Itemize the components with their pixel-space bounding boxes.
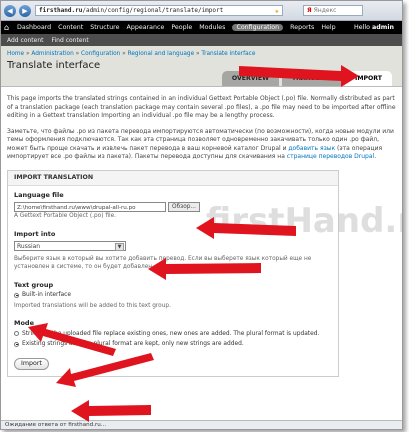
- mode-keep-radio[interactable]: [14, 341, 19, 347]
- text-group-desc: Imported translations will be added to t…: [14, 302, 171, 309]
- language-file-desc: A Gettext Portable Object (.po) file.: [14, 212, 116, 219]
- user-link[interactable]: admin: [372, 24, 394, 31]
- url-path: /admin/config/regional/translate/import: [82, 7, 224, 14]
- arrow-to-import-button: [71, 400, 151, 422]
- language-file-field: Z:\home\firsthand.ru\www\drupal-all-ru.p…: [14, 201, 332, 212]
- chevron-down-icon: ▼: [115, 242, 124, 251]
- tab-overview[interactable]: OVERVIEW: [221, 71, 279, 86]
- browser-bar: ◀ ▶ firsthand.ru /admin/config/regional/…: [1, 1, 402, 21]
- home-icon[interactable]: ⌂: [4, 23, 13, 32]
- text-group-radio[interactable]: [14, 292, 19, 298]
- forward-icon[interactable]: ▶: [19, 4, 31, 17]
- tabs: OVERVIEW TRANSLATE IMPORT: [219, 71, 392, 86]
- mode-option-keep[interactable]: Existing strings and the plural format a…: [14, 340, 332, 349]
- import-into-desc: Выберите язык в который вы хотите добави…: [14, 255, 312, 271]
- greeting-text: Hello: [354, 24, 371, 31]
- toolbar-item-configuration[interactable]: Configuration: [232, 24, 284, 31]
- mode-replace-radio[interactable]: [14, 331, 19, 337]
- shortcut-find-content[interactable]: Find content: [52, 37, 89, 44]
- toolbar-item-modules[interactable]: Modules: [199, 24, 225, 31]
- back-icon[interactable]: ◀: [4, 4, 16, 17]
- shortcut-add-content[interactable]: Add content: [7, 37, 44, 44]
- search-input[interactable]: Я Яндекс: [303, 5, 363, 16]
- mode-label: Mode: [14, 319, 34, 327]
- breadcrumb-translate[interactable]: Translate interface: [201, 51, 255, 57]
- address-bar[interactable]: firsthand.ru /admin/config/regional/tran…: [35, 5, 283, 16]
- main-content: This page imports the translated strings…: [1, 87, 402, 377]
- url-host: firsthand.ru: [39, 7, 83, 14]
- note-paragraph: Заметьте, что файлы .po из пакета перево…: [7, 127, 394, 161]
- user-greeting: Hello admin: [354, 24, 394, 31]
- import-into-label: Import into: [14, 230, 56, 238]
- import-button[interactable]: Import: [14, 357, 49, 370]
- search-placeholder: Яндекс: [313, 7, 337, 14]
- language-file-label: Language file: [14, 191, 64, 199]
- text-group-label: Text group: [14, 280, 54, 289]
- breadcrumb-administration[interactable]: Administration: [31, 51, 73, 57]
- breadcrumb-regional[interactable]: Regional and language: [128, 51, 195, 57]
- tab-translate[interactable]: TRANSLATE: [281, 71, 343, 86]
- yandex-icon: Я: [307, 7, 312, 14]
- text-group-option[interactable]: Built-in interface: [14, 291, 332, 300]
- breadcrumb: Home » Administration » Configuration » …: [7, 51, 256, 57]
- fieldset-legend: IMPORT TRANSLATION: [8, 170, 338, 186]
- add-language-link[interactable]: добавить язык: [288, 145, 335, 152]
- toolbar-item-people[interactable]: People: [171, 24, 192, 31]
- admin-toolbar: ⌂ Dashboard Content Structure Appearance…: [1, 21, 402, 34]
- toolbar-item-dashboard[interactable]: Dashboard: [17, 24, 51, 31]
- drupal-translations-link[interactable]: странице переводов Drupal: [287, 153, 374, 160]
- intro-paragraph: This page imports the translated strings…: [7, 95, 396, 119]
- import-fieldset: IMPORT TRANSLATION Language file Z:\home…: [7, 169, 339, 377]
- page-header: Home » Administration » Configuration » …: [1, 46, 402, 87]
- text-group-option-label: Built-in interface: [22, 292, 71, 298]
- mode-replace-label: Strings in the uploaded file replace exi…: [22, 330, 320, 337]
- browser-window: ◀ ▶ firsthand.ru /admin/config/regional/…: [0, 0, 403, 430]
- mode-option-replace[interactable]: Strings in the uploaded file replace exi…: [14, 330, 332, 339]
- toolbar-item-appearance[interactable]: Appearance: [127, 24, 165, 31]
- toolbar-item-content[interactable]: Content: [58, 24, 83, 31]
- breadcrumb-configuration[interactable]: Configuration: [81, 51, 120, 57]
- toolbar-item-reports[interactable]: Reports: [290, 24, 314, 31]
- page-title: Translate interface: [7, 60, 101, 71]
- toolbar-item-help[interactable]: Help: [321, 24, 335, 31]
- mode-keep-label: Existing strings and the plural format a…: [22, 341, 244, 347]
- import-into-value: Russian: [17, 242, 41, 250]
- bookmark-star-icon[interactable]: ★: [275, 7, 279, 15]
- import-into-select[interactable]: Russian ▼: [14, 240, 126, 251]
- tab-import[interactable]: IMPORT: [345, 71, 392, 86]
- breadcrumb-home[interactable]: Home: [7, 51, 24, 57]
- toolbar-item-structure[interactable]: Structure: [90, 24, 119, 31]
- status-bar: Ожидание ответа от firsthand.ru...: [1, 420, 402, 429]
- language-file-input[interactable]: Z:\home\firsthand.ru\www\drupal-all-ru.p…: [14, 201, 166, 212]
- browse-button[interactable]: Обзор...: [168, 201, 200, 212]
- shortcuts-bar: Add content Find content: [1, 34, 402, 46]
